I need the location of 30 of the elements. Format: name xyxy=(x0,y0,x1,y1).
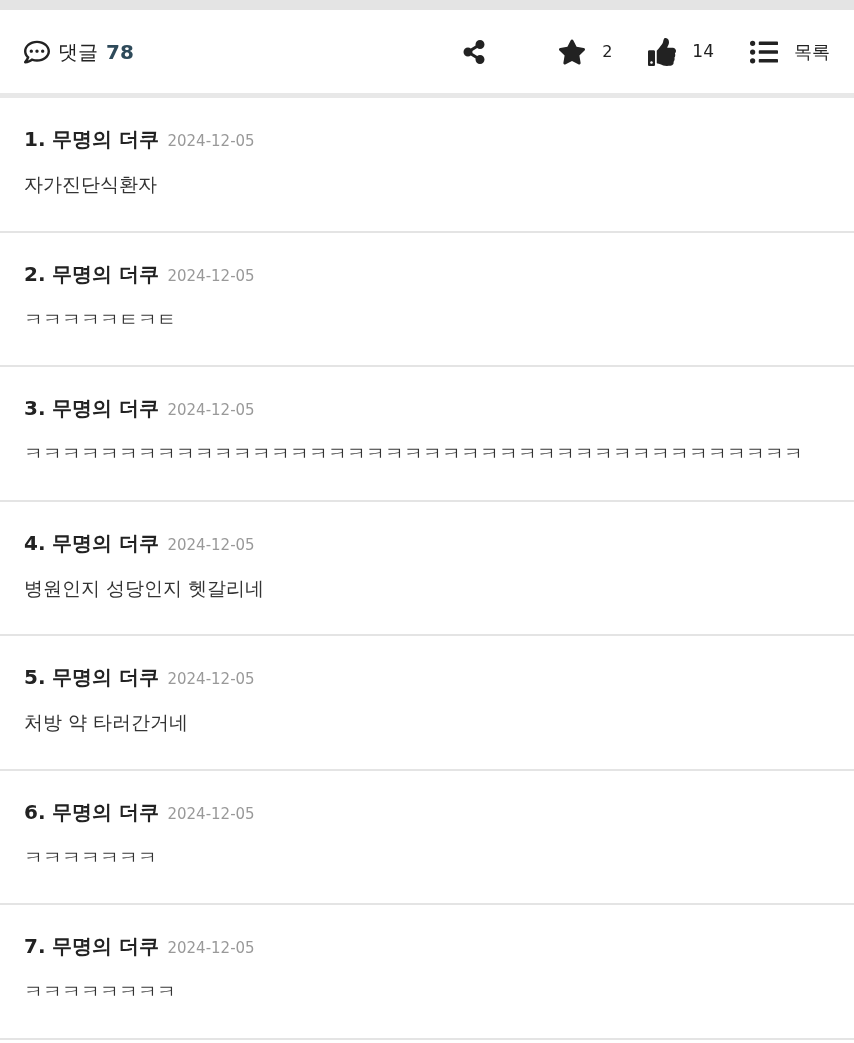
comment-author: 6. 무명의 더쿠 xyxy=(24,798,160,826)
comment-text: 처방 약 타러간거네 xyxy=(24,710,190,735)
comment-text: ㅋㅋㅋㅋㅋㅌㅋㅌ xyxy=(24,306,177,332)
comment-author: 2. 무명의 더쿠 xyxy=(24,260,160,288)
list-button[interactable]: 목록 xyxy=(750,37,830,66)
star-count: 2 xyxy=(602,40,613,63)
comment-date: 2024-12-05 xyxy=(167,131,255,152)
comment-author: 3. 무명의 더쿠 xyxy=(24,395,160,422)
comments-count: 78 xyxy=(106,38,134,66)
comment-author: 5. 무명의 더쿠 xyxy=(24,664,160,691)
comment-date: 2024-12-05 xyxy=(167,265,255,287)
share-icon[interactable] xyxy=(462,39,487,64)
comment-text: 병원인지 성당인지 헷갈리네 xyxy=(24,575,266,601)
like-count: 14 xyxy=(692,39,714,63)
comment-text: ㅋㅋㅋㅋㅋㅋㅋㅋ xyxy=(24,979,177,1004)
comment-icon xyxy=(24,38,50,65)
comment-text: ㅋㅋㅋㅋㅋㅋㅋㅋㅋㅋㅋㅋㅋㅋㅋㅋㅋㅋㅋㅋㅋㅋㅋㅋㅋㅋㅋㅋㅋㅋㅋㅋㅋㅋㅋㅋㅋㅋㅋㅋㅋ xyxy=(24,441,804,466)
comment-date: 2024-12-05 xyxy=(167,669,255,690)
comment-date: 2024-12-05 xyxy=(167,534,255,556)
star-icon[interactable] xyxy=(558,37,587,66)
comment-date: 2024-12-05 xyxy=(167,400,255,421)
comments-label: 댓글 xyxy=(58,38,98,66)
comment-author: 4. 무명의 더쿠 xyxy=(24,529,160,557)
comment-text: ㅋㅋㅋㅋㅋㅋㅋ xyxy=(24,844,158,870)
thumbs-up-icon[interactable] xyxy=(648,37,677,66)
comment-date: 2024-12-05 xyxy=(167,803,255,825)
comment-author: 7. 무명의 더쿠 xyxy=(24,933,160,960)
comment-text: 자가진단식환자 xyxy=(24,172,158,197)
comment-author: 1. 무명의 더쿠 xyxy=(24,126,160,153)
comment-date: 2024-12-05 xyxy=(167,938,255,959)
